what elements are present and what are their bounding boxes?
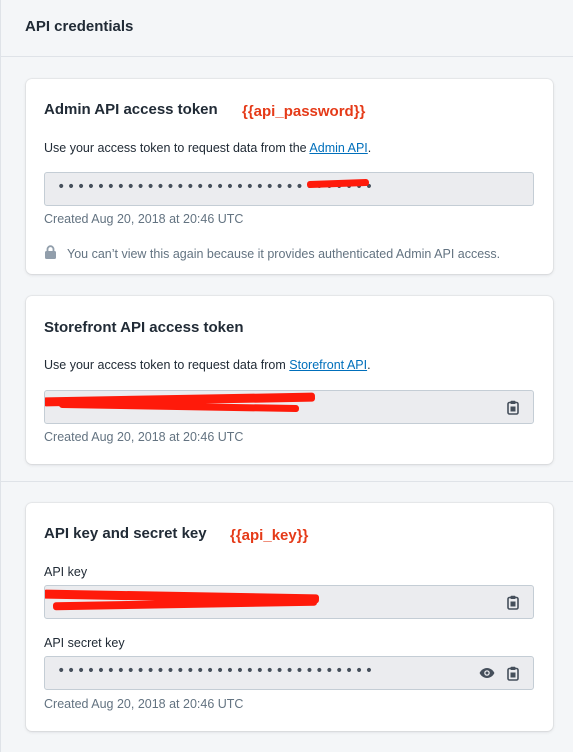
admin-token-title: Admin API access token: [44, 101, 218, 118]
admin-token-field[interactable]: ••••••••••••••••••••••••••••••••: [44, 172, 534, 206]
api-keys-card: API key and secret key {{api_key}} API k…: [26, 503, 553, 731]
clipboard-icon[interactable]: [505, 399, 521, 415]
api-key-field[interactable]: [44, 585, 534, 619]
admin-desc-text: Use your access token to request data fr…: [44, 141, 310, 155]
redaction-mark: [52, 597, 318, 611]
admin-token-card: Admin API access token {{api_password}} …: [26, 79, 553, 274]
api-secret-field[interactable]: ••••••••••••••••••••••••••••••••: [44, 656, 534, 690]
storefront-api-link[interactable]: Storefront API: [289, 358, 367, 372]
admin-token-created: Created Aug 20, 2018 at 20:46 UTC: [44, 212, 244, 226]
storefront-token-card: Storefront API access token Use your acc…: [26, 296, 553, 464]
redaction-mark: [58, 400, 300, 413]
clipboard-icon[interactable]: [505, 665, 521, 681]
storefront-desc-text: Use your access token to request data fr…: [44, 358, 290, 372]
admin-token-description: Use your access token to request data fr…: [44, 141, 371, 155]
api-key-annotation: {{api_key}}: [230, 527, 309, 544]
page-title: API credentials: [25, 18, 134, 35]
lock-icon: [44, 245, 57, 262]
storefront-token-title: Storefront API access token: [44, 319, 244, 336]
storefront-token-description: Use your access token to request data fr…: [44, 358, 371, 372]
api-secret-label: API secret key: [44, 636, 125, 650]
clipboard-icon[interactable]: [505, 594, 521, 610]
section-divider: [0, 481, 573, 482]
storefront-token-created: Created Aug 20, 2018 at 20:46 UTC: [44, 430, 244, 444]
api-keys-title: API key and secret key: [44, 525, 207, 542]
lock-note-text: You can’t view this again because it pro…: [67, 246, 501, 261]
section-divider: [0, 56, 573, 57]
api-password-annotation: {{api_password}}: [242, 103, 366, 120]
api-key-label: API key: [44, 565, 88, 579]
storefront-desc-suffix: .: [367, 358, 371, 372]
admin-lock-note: You can’t view this again because it pro…: [44, 245, 500, 262]
api-secret-mask: ••••••••••••••••••••••••••••••••: [57, 663, 375, 679]
eye-icon[interactable]: [479, 665, 495, 681]
api-keys-created: Created Aug 20, 2018 at 20:46 UTC: [44, 697, 244, 711]
admin-api-link[interactable]: Admin API: [309, 141, 367, 155]
admin-desc-suffix: .: [367, 141, 372, 155]
storefront-token-field[interactable]: [44, 390, 534, 424]
